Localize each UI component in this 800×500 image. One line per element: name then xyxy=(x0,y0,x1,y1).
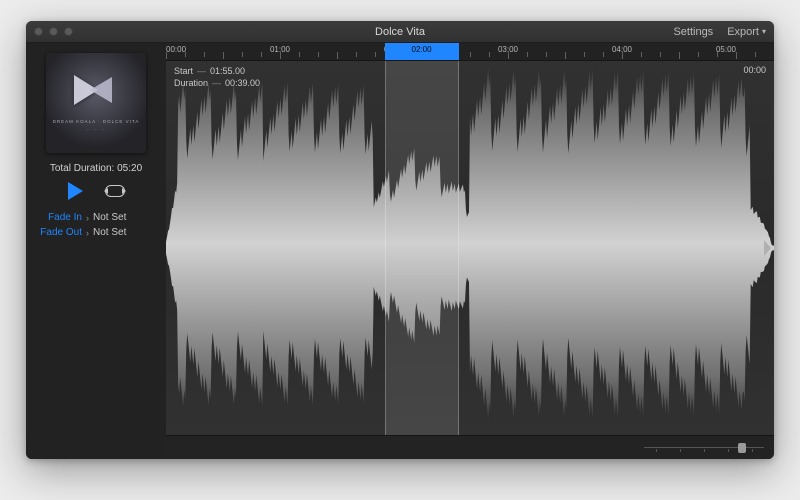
fade-in-row[interactable]: Fade In › Not Set xyxy=(34,212,158,223)
fade-out-value: Not Set xyxy=(93,227,126,238)
selection-region[interactable] xyxy=(385,61,459,435)
ruler-label: 03:00 xyxy=(498,45,518,54)
window-title: Dolce Vita xyxy=(26,26,774,38)
chevron-down-icon: ▾ xyxy=(762,27,766,36)
chevron-right-icon: › xyxy=(86,213,89,223)
waveform-area[interactable]: Start—01:55.00 Duration—00:39.00 00:00 xyxy=(166,61,774,435)
fade-out-row[interactable]: Fade Out › Not Set xyxy=(34,227,158,238)
ruler-label: 01:00 xyxy=(270,45,290,54)
loop-button[interactable] xyxy=(105,185,125,197)
play-button[interactable] xyxy=(68,182,83,200)
end-marker-icon[interactable] xyxy=(764,240,771,256)
editor-main: 00:0001:0002:0003:0004:0005:00 02:00 Sta… xyxy=(166,43,774,459)
album-art-caption: DREAM KOALA · DOLCE VITA xyxy=(53,119,140,124)
total-duration: Total Duration: 05:20 xyxy=(50,163,142,174)
playhead-time: 00:00 xyxy=(743,65,766,75)
fade-in-label[interactable]: Fade In xyxy=(34,212,82,223)
zoom-slider[interactable] xyxy=(644,443,764,453)
selection-info: Start—01:55.00 Duration—00:39.00 xyxy=(174,65,260,89)
app-window: Dolce Vita Settings Export▾ DREAM KOALA … xyxy=(26,21,774,459)
ruler-selection[interactable]: 02:00 xyxy=(385,43,459,60)
zoom-knob[interactable] xyxy=(738,443,746,453)
fade-in-value: Not Set xyxy=(93,212,126,223)
settings-button[interactable]: Settings xyxy=(673,26,713,38)
album-art-subcaption: — — — xyxy=(86,127,107,131)
album-art-icon xyxy=(74,75,118,105)
album-art[interactable]: DREAM KOALA · DOLCE VITA — — — xyxy=(46,53,146,153)
export-button[interactable]: Export▾ xyxy=(727,26,766,38)
ruler-label: 00:00 xyxy=(166,45,186,54)
time-ruler[interactable]: 00:0001:0002:0003:0004:0005:00 02:00 xyxy=(166,43,774,61)
chevron-right-icon: › xyxy=(86,228,89,238)
sidebar: DREAM KOALA · DOLCE VITA — — — Total Dur… xyxy=(26,43,166,459)
fade-out-label[interactable]: Fade Out xyxy=(34,227,82,238)
ruler-label: 04:00 xyxy=(612,45,632,54)
ruler-label: 05:00 xyxy=(716,45,736,54)
titlebar[interactable]: Dolce Vita Settings Export▾ xyxy=(26,21,774,43)
footer xyxy=(166,435,774,459)
waveform[interactable] xyxy=(166,61,774,435)
